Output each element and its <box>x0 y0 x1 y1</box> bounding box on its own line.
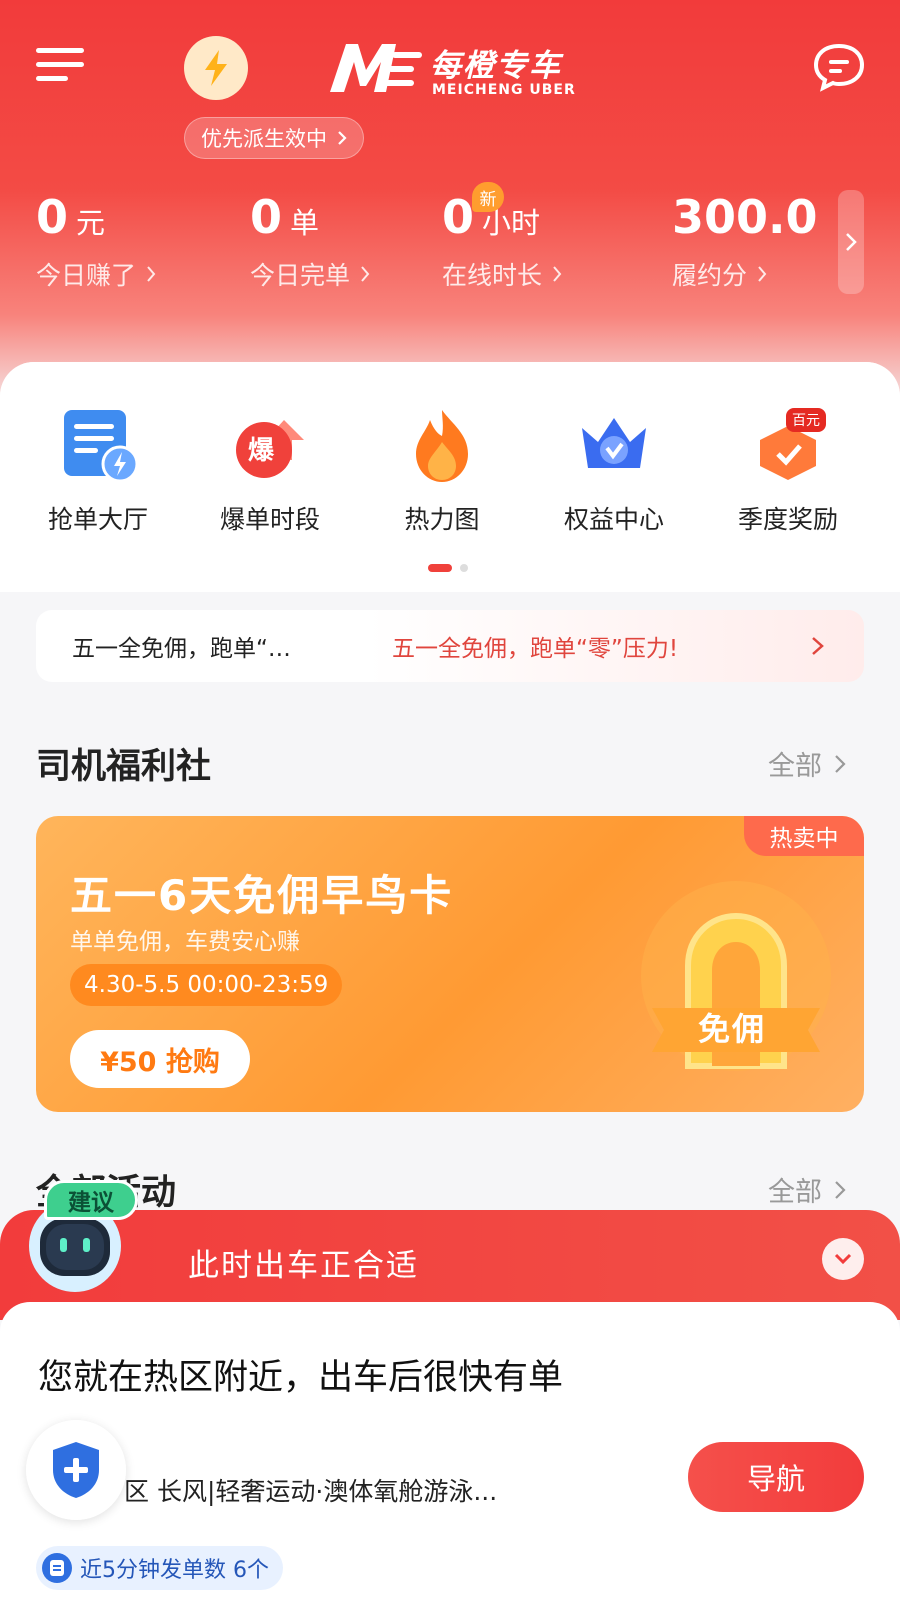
hotspot-title: 您就在热区附近，出车后很快有单 <box>38 1358 564 1398</box>
stats-more-button[interactable] <box>838 190 864 294</box>
flame-icon <box>402 406 482 486</box>
reward-icon: 百元 <box>748 406 828 486</box>
collapse-button[interactable] <box>822 1238 864 1280</box>
menu-icon[interactable] <box>36 44 86 88</box>
quick-item-label: 抢单大厅 <box>47 505 148 534</box>
welfare-section-title: 司机福利社 <box>36 747 212 787</box>
crown-icon <box>574 406 654 486</box>
recent-orders-chip: 近5分钟发单数 6个 <box>36 1546 283 1590</box>
quick-item-label: 爆单时段 <box>219 505 320 534</box>
notice-right-text: 五一全免佣，跑单“零”压力! <box>392 636 679 662</box>
stat-completed-orders[interactable]: 0 单 今日完单 <box>250 190 370 292</box>
chevron-right-icon <box>835 1180 846 1199</box>
orders-icon <box>42 1553 72 1583</box>
chevron-right-icon <box>835 754 846 773</box>
order-hall-icon <box>58 406 139 486</box>
stat-value: 0 <box>442 190 475 244</box>
promo-subtitle: 单单免佣，车费安心赚 <box>70 929 300 955</box>
quick-item-quarterly-reward[interactable]: 百元 季度奖励 <box>698 406 878 536</box>
logo-chinese: 每橙专车 <box>430 48 562 84</box>
promo-date: 4.30-5.5 00:00-23:59 <box>70 964 343 1006</box>
hotspot-location: 区 长风|轻奢运动·澳体氧舱游泳... <box>124 1477 498 1506</box>
quick-item-benefits[interactable]: 权益中心 <box>524 406 704 536</box>
badge-text: 免佣 <box>698 1010 767 1048</box>
suggestion-text: 此时出车正合适 <box>188 1248 419 1284</box>
logo-mark <box>330 44 422 92</box>
chat-icon[interactable] <box>812 42 866 92</box>
chevron-right-icon <box>846 233 857 251</box>
stat-earnings[interactable]: 0 元 今日赚了 <box>36 190 156 292</box>
priority-pill-label: 优先派生效中 <box>201 127 327 151</box>
more-label: 全部 <box>768 751 822 782</box>
stat-label: 今日完单 <box>250 261 351 290</box>
quick-item-order-hall[interactable]: 抢单大厅 <box>8 406 188 536</box>
quick-entry-bar: 抢单大厅 爆 爆单时段 热力图 权益中心 百元 季度奖励 <box>0 362 900 592</box>
stat-value: 0 <box>36 190 69 244</box>
stat-label: 今日赚了 <box>36 261 137 290</box>
quick-item-heatmap[interactable]: 热力图 <box>352 406 532 536</box>
chevron-right-icon <box>338 131 347 145</box>
activities-more-link[interactable]: 全部 <box>768 1170 846 1209</box>
new-badge: 新 <box>472 182 504 212</box>
app-logo: 每橙专车 MEICHENG UBER <box>326 38 576 100</box>
safety-shield-button[interactable] <box>26 1420 126 1520</box>
quick-item-surge[interactable]: 爆 爆单时段 <box>180 406 360 536</box>
surge-icon: 爆 <box>230 406 310 486</box>
commission-free-badge-icon: 免佣 <box>636 876 836 1096</box>
quick-item-label: 季度奖励 <box>737 505 838 534</box>
stat-online-hours[interactable]: 新 0 小时 在线时长 <box>442 182 562 292</box>
logo-english: MEICHENG UBER <box>432 82 576 98</box>
chevron-right-icon <box>361 266 370 282</box>
stat-unit: 元 <box>76 206 106 240</box>
reward-badge: 百元 <box>786 408 826 432</box>
stat-value: 300.0 <box>672 190 818 244</box>
chevron-right-icon <box>758 266 767 282</box>
quick-item-label: 权益中心 <box>563 505 664 534</box>
quick-item-label: 热力图 <box>404 505 480 534</box>
welfare-more-link[interactable]: 全部 <box>768 744 846 783</box>
chevron-right-icon <box>147 266 156 282</box>
chevron-right-icon <box>812 637 824 655</box>
notice-left-text: 五一全免佣，跑单“… <box>72 636 291 662</box>
notice-banner[interactable]: 五一全免佣，跑单“… 五一全免佣，跑单“零”压力! <box>36 610 864 682</box>
navigate-button[interactable]: 导航 <box>688 1442 864 1512</box>
promo-buy-button[interactable]: ¥50 抢购 <box>70 1030 250 1088</box>
suggestion-tag: 建议 <box>44 1180 138 1220</box>
header: 优先派生效中 每橙专车 MEICHENG UBER 0 元 今日赚了 0 单 今… <box>0 0 900 420</box>
stats-row: 0 元 今日赚了 0 单 今日完单 新 0 小时 在线时长 300.0 履约分 <box>0 182 900 300</box>
page-indicator-dot <box>460 564 468 572</box>
priority-dispatch-pill[interactable]: 优先派生效中 <box>184 117 364 159</box>
page-indicator-active <box>428 564 452 572</box>
stat-value: 0 <box>250 190 283 244</box>
chevron-down-icon <box>834 1253 852 1265</box>
stat-label: 在线时长 <box>442 261 543 290</box>
stat-unit: 单 <box>290 206 320 240</box>
stat-label: 履约分 <box>672 261 748 290</box>
promo-title: 五一6天免佣早鸟卡 <box>70 871 454 920</box>
more-label: 全部 <box>768 1177 822 1208</box>
recent-orders-text: 近5分钟发单数 6个 <box>80 1558 269 1583</box>
lightning-icon[interactable] <box>184 36 248 100</box>
surge-icon-text: 爆 <box>248 436 275 466</box>
promo-card[interactable]: 热卖中 五一6天免佣早鸟卡 单单免佣，车费安心赚 4.30-5.5 00:00-… <box>36 816 864 1112</box>
stat-fulfillment-score[interactable]: 300.0 履约分 <box>672 190 818 292</box>
hot-selling-tag: 热卖中 <box>744 816 864 856</box>
chevron-right-icon <box>553 266 562 282</box>
shield-plus-icon <box>53 1442 99 1498</box>
